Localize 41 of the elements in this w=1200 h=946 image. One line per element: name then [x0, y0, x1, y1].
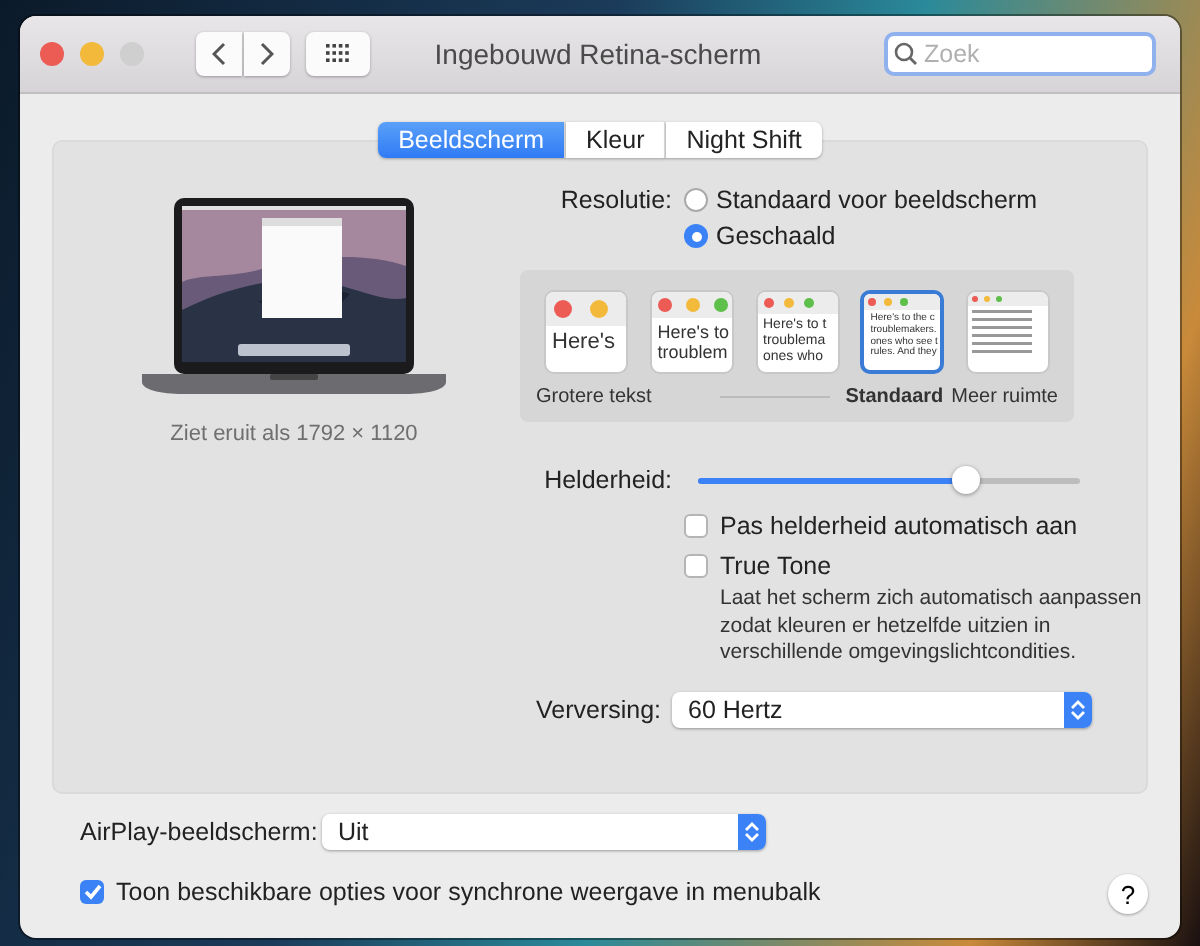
grid-button[interactable]	[306, 32, 370, 76]
search-icon	[894, 42, 918, 66]
back-icon	[212, 42, 226, 66]
refresh-label: Verversing:	[536, 693, 660, 728]
close-button[interactable]	[40, 42, 64, 66]
tab[interactable]: Kleur	[566, 122, 667, 158]
resolution-caption: Ziet eruit als 1792 × 1120	[170, 422, 418, 446]
radio-option[interactable]: Geschaald	[684, 218, 1038, 254]
airplay-select[interactable]: Uit	[322, 814, 766, 850]
scale-option[interactable]: Here's to troublem	[649, 290, 734, 374]
preview-text: Here's to troublem	[655, 320, 731, 364]
stepper-icon	[1070, 697, 1086, 722]
checkmark-icon	[83, 884, 101, 900]
preview-text: Here's	[550, 328, 617, 356]
checkbox[interactable]	[684, 514, 708, 538]
tab[interactable]: Night Shift	[666, 122, 822, 158]
brightness-label: Helderheid:	[542, 464, 672, 498]
refresh-select[interactable]: 60 Hertz	[672, 691, 1092, 728]
search-field[interactable]: Zoek	[884, 32, 1156, 76]
forward-button[interactable]	[244, 32, 290, 76]
checkbox-option[interactable]: Toon beschikbare opties voor synchrone weergave in menubalk	[80, 872, 821, 912]
checkbox[interactable]	[80, 880, 104, 904]
scale-option[interactable]: Here's	[544, 290, 628, 374]
checkbox-option[interactable]: True Tone	[684, 546, 832, 586]
true-tone-description: Laat het scherm zich automatisch aanpassen zodat kleuren er hetzelfde uitzien in verschillende omgevingslichtcondities.	[720, 586, 1144, 668]
window-title: Ingebouwd Retina-scherm	[434, 38, 762, 70]
grid-icon	[326, 44, 350, 64]
resolution-label: Resolutie:	[558, 184, 672, 218]
forward-icon	[260, 42, 274, 66]
help-button[interactable]: ?	[1108, 874, 1148, 914]
scale-label: Standaard	[845, 386, 944, 408]
preview-lines-icon	[968, 306, 1036, 354]
radio-option[interactable]: Standaard voor beeldscherm	[684, 182, 1038, 218]
stepper-icon	[744, 820, 760, 844]
scale-label: Meer ruimte	[951, 386, 1058, 408]
scale-label: Grotere tekst	[536, 386, 652, 408]
scale-option[interactable]	[966, 290, 1050, 374]
back-button[interactable]	[196, 32, 242, 76]
checkbox[interactable]	[684, 554, 708, 578]
checkbox-option[interactable]: Pas helderheid automatisch aan	[684, 506, 1078, 546]
slider-thumb[interactable]	[951, 466, 980, 494]
